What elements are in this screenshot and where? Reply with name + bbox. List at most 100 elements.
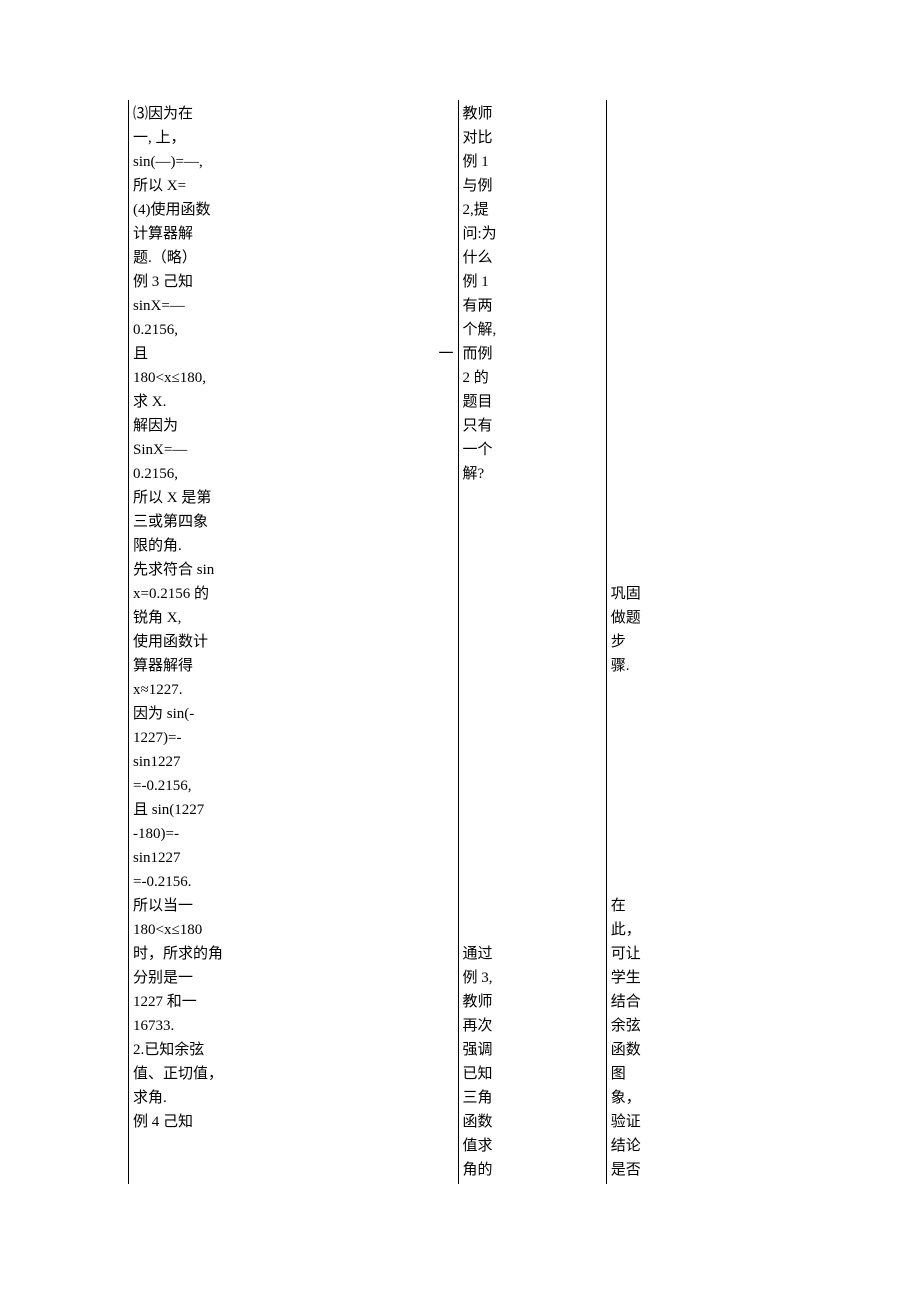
text-line: 什么 xyxy=(463,246,602,270)
text-line: 在 xyxy=(611,894,736,918)
text-line: 通过 xyxy=(463,942,602,966)
text-line xyxy=(463,486,602,510)
text-line: 0.2156, xyxy=(133,462,454,486)
text-line: 因为 sin(- xyxy=(133,702,454,726)
text-line: 题.（略） xyxy=(133,246,454,270)
text-line xyxy=(611,126,736,150)
text-line: 计算器解 xyxy=(133,222,454,246)
text-line xyxy=(463,606,602,630)
text-line: 值求 xyxy=(463,1134,602,1158)
text-line xyxy=(611,318,736,342)
text-line xyxy=(463,630,602,654)
text-line: 教师 xyxy=(463,102,602,126)
text-line: 使用函数计 xyxy=(133,630,454,654)
text-line: 学生 xyxy=(611,966,736,990)
text-line: 函数 xyxy=(463,1110,602,1134)
text-line: x≈1227. xyxy=(133,678,454,702)
text-line: 所以 X= xyxy=(133,174,454,198)
text-line xyxy=(463,726,602,750)
text-line: 算器解得 xyxy=(133,654,454,678)
table-row: ⑶因为在 一, 上， sin(—)=—, 所以 X= (4)使用函数 计算器解 … xyxy=(129,100,741,1184)
text-line xyxy=(463,918,602,942)
text-line: x=0.2156 的 xyxy=(133,582,454,606)
text-line xyxy=(611,774,736,798)
text-line xyxy=(463,822,602,846)
text-line: 而例 xyxy=(463,342,602,366)
text-line: 步 xyxy=(611,630,736,654)
text-line: 所以 X 是第 xyxy=(133,486,454,510)
text-line xyxy=(611,822,736,846)
text-line xyxy=(611,390,736,414)
text-line: 结论 xyxy=(611,1134,736,1158)
text-line xyxy=(611,870,736,894)
column-3: 巩固 做题 步 骤. 在 此， 可让 学生 结合 余弦 函数 xyxy=(606,100,740,1184)
content-table: ⑶因为在 一, 上， sin(—)=—, 所以 X= (4)使用函数 计算器解 … xyxy=(128,100,740,1184)
text-line xyxy=(611,366,736,390)
text-line: 余弦 xyxy=(611,1014,736,1038)
text-line: 2.已知余弦 xyxy=(133,1038,454,1062)
text-line: 例 3, xyxy=(463,966,602,990)
text-line: 只有 xyxy=(463,414,602,438)
text-line xyxy=(463,702,602,726)
text-line: 是否 xyxy=(611,1158,736,1182)
text-line xyxy=(463,534,602,558)
text-line: 教师 xyxy=(463,990,602,1014)
text-line xyxy=(611,462,736,486)
text-line: 例 3 己知 xyxy=(133,270,454,294)
text-line: 再次 xyxy=(463,1014,602,1038)
text-line xyxy=(463,798,602,822)
text-line: =-0.2156, xyxy=(133,774,454,798)
text-line: 骤. xyxy=(611,654,736,678)
text-line: 1227 和一 xyxy=(133,990,454,1014)
column-2: 教师 对比 例 1 与例 2,提 问:为 什么 例 1 有两 个解, 而例 2 … xyxy=(458,100,606,1184)
text-line xyxy=(463,558,602,582)
text-line: 此， xyxy=(611,918,736,942)
text-line: 1227)=- xyxy=(133,726,454,750)
text-line: 三角 xyxy=(463,1086,602,1110)
text-line: 时，所求的角 xyxy=(133,942,454,966)
text-line: 可让 xyxy=(611,942,736,966)
text-line xyxy=(611,486,736,510)
text-line: 与例 xyxy=(463,174,602,198)
text-line xyxy=(611,294,736,318)
text-line: 16733. xyxy=(133,1014,454,1038)
text-line: 题目 xyxy=(463,390,602,414)
text-line: 分别是一 xyxy=(133,966,454,990)
document-page: ⑶因为在 一, 上， sin(—)=—, 所以 X= (4)使用函数 计算器解 … xyxy=(0,0,920,1224)
text-line: sin1227 xyxy=(133,750,454,774)
text-line: 锐角 X, xyxy=(133,606,454,630)
text-line xyxy=(463,510,602,534)
text-line: 角的 xyxy=(463,1158,602,1182)
text-line: 函数 xyxy=(611,1038,736,1062)
text-line xyxy=(611,150,736,174)
text-line: ⑶因为在 xyxy=(133,102,454,126)
text-line xyxy=(611,558,736,582)
text-line: 2 的 xyxy=(463,366,602,390)
text-line: 对比 xyxy=(463,126,602,150)
text-line: 一, 上， xyxy=(133,126,454,150)
text-line xyxy=(611,198,736,222)
text-line: 限的角. xyxy=(133,534,454,558)
text-line: 解? xyxy=(463,462,602,486)
text-line xyxy=(463,894,602,918)
text-line: 例 1 xyxy=(463,150,602,174)
text-line xyxy=(611,510,736,534)
text-line xyxy=(611,798,736,822)
text-line xyxy=(611,438,736,462)
text-line xyxy=(611,750,736,774)
text-line xyxy=(463,582,602,606)
text-line: (4)使用函数 xyxy=(133,198,454,222)
text-line: 已知 xyxy=(463,1062,602,1086)
text-line xyxy=(463,870,602,894)
text-line: 求 X. xyxy=(133,390,454,414)
text-line: 问:为 xyxy=(463,222,602,246)
text-line: 象， xyxy=(611,1086,736,1110)
text-line: 例 1 xyxy=(463,270,602,294)
text-line: 三或第四象 xyxy=(133,510,454,534)
text-line xyxy=(611,246,736,270)
text-line: 值、正切值， xyxy=(133,1062,454,1086)
text-line: 先求符合 sin xyxy=(133,558,454,582)
text-line xyxy=(463,846,602,870)
text-line: sin1227 xyxy=(133,846,454,870)
text-line xyxy=(611,174,736,198)
